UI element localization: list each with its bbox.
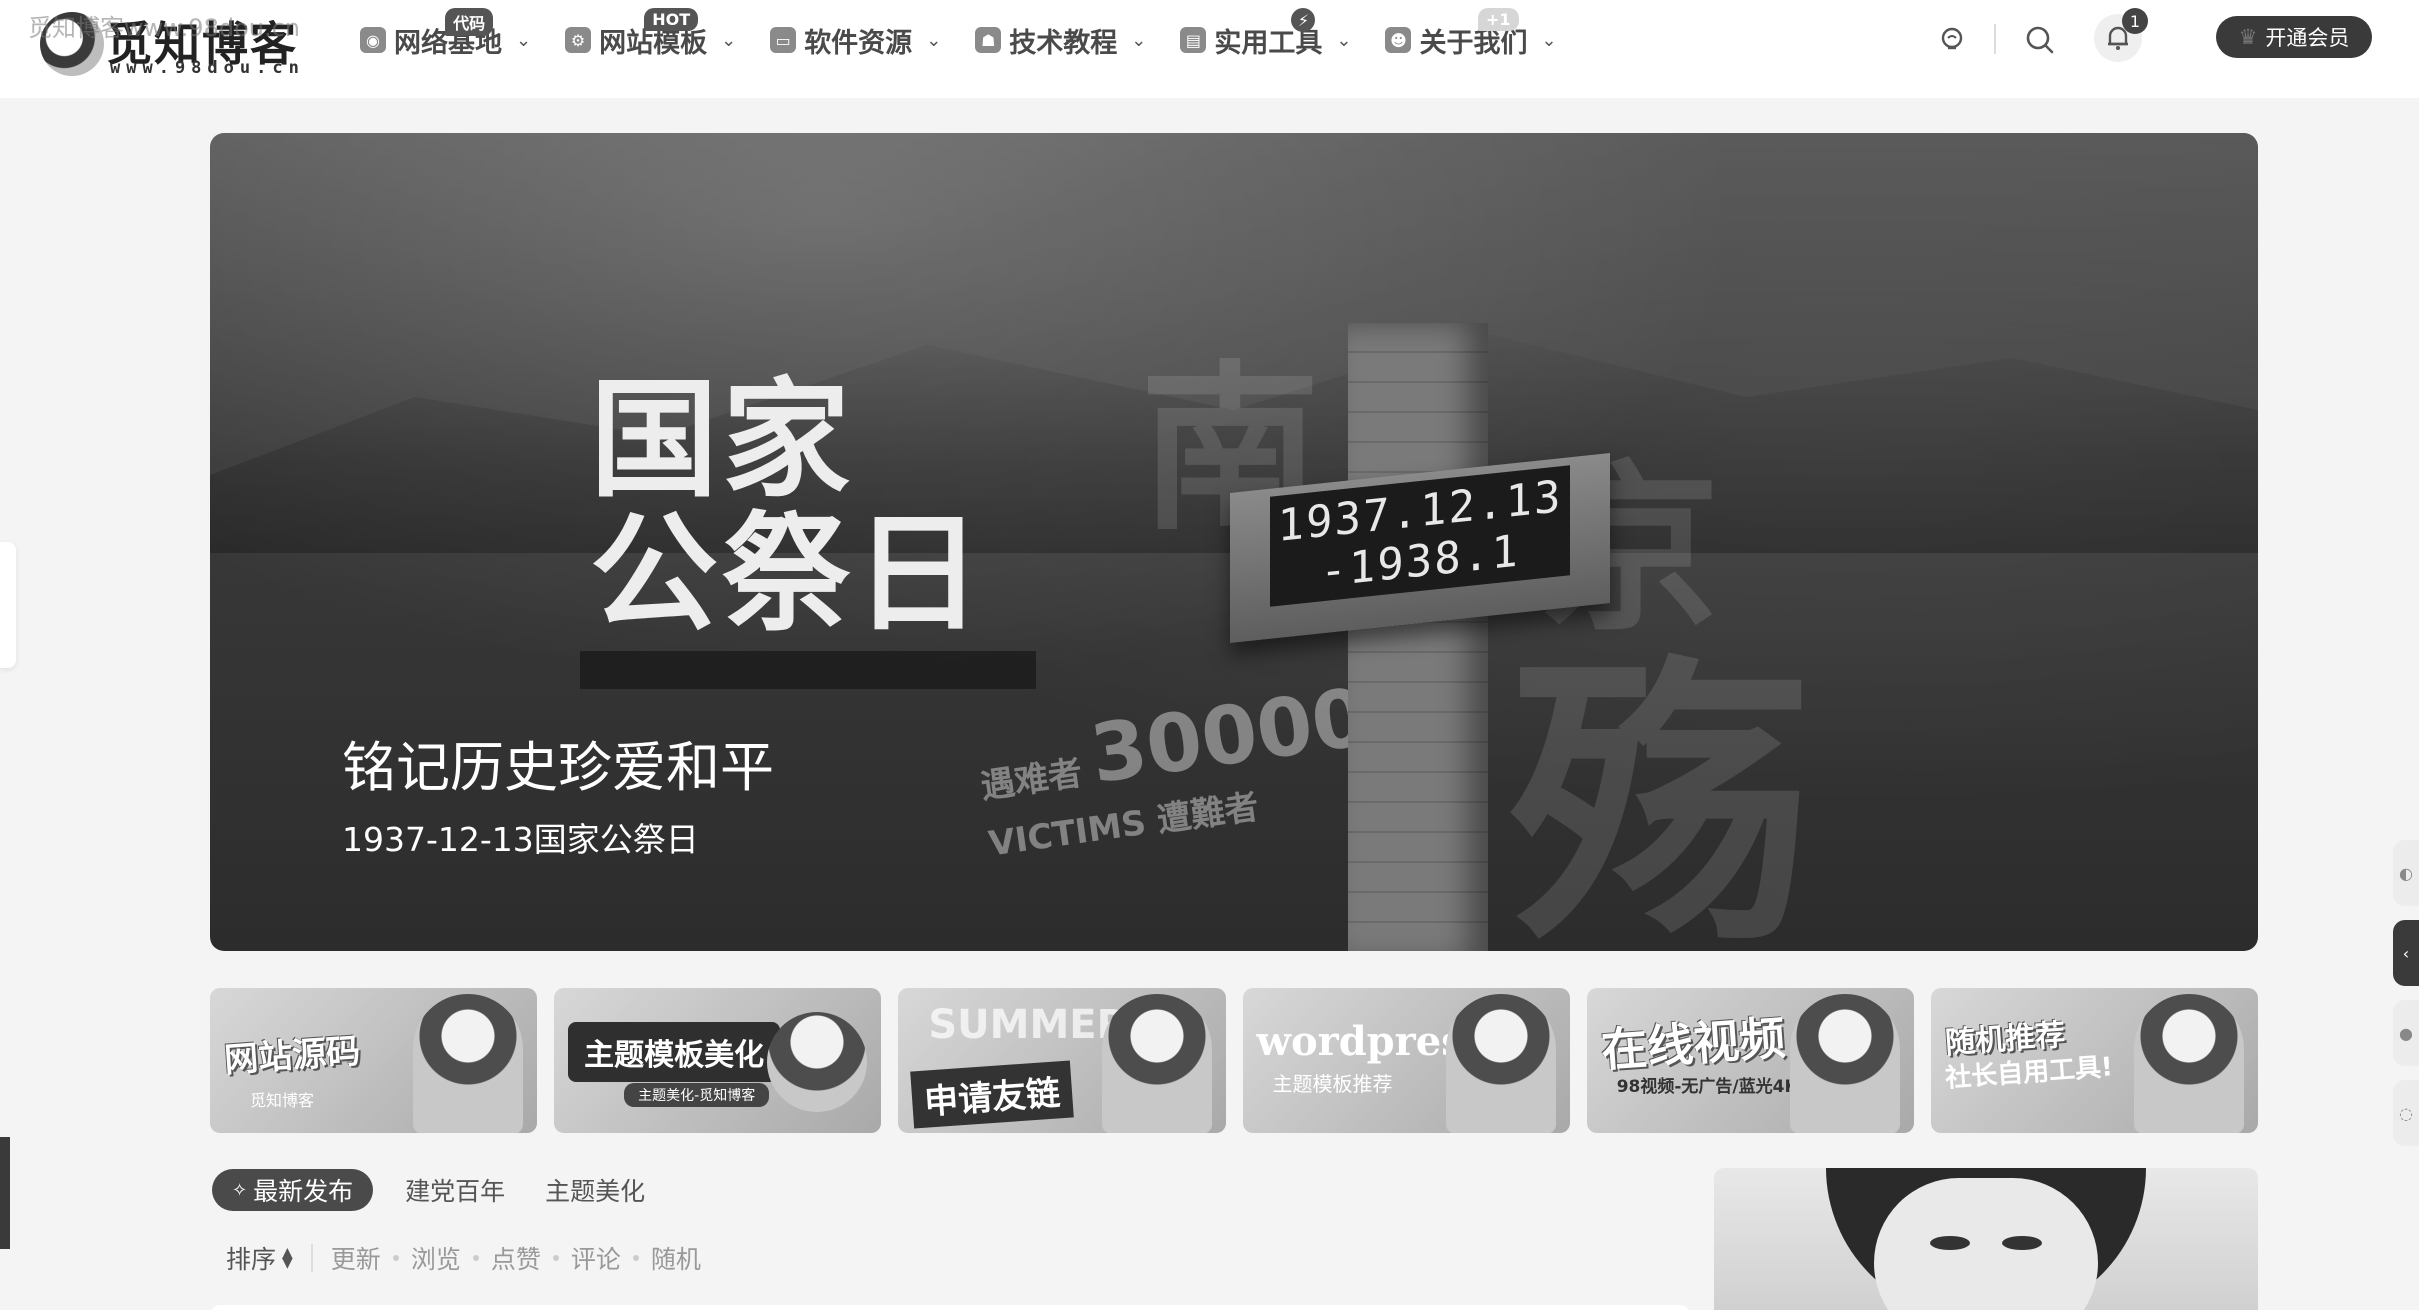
- chevron-down-icon: ⌄: [926, 29, 942, 51]
- sort-option-likes[interactable]: 点赞: [491, 1240, 541, 1276]
- banner-accent-bar: [580, 651, 1036, 689]
- portrait-eye: [2002, 1236, 2042, 1250]
- chevron-down-icon: ⌄: [1336, 29, 1352, 51]
- tab-theme-beautify[interactable]: 主题美化: [537, 1172, 653, 1208]
- anime-girl-illustration: [1789, 994, 1900, 1133]
- banner-heading: 国家 公祭日: [590, 373, 986, 641]
- promo-card-video[interactable]: 在线视频 98视频-无广告/蓝光4K: [1586, 988, 1914, 1133]
- plus-one-badge: +1: [1478, 8, 1519, 31]
- promo-title: 申请友链: [910, 1060, 1075, 1129]
- promo-subtitle: 觅知博客: [250, 1091, 315, 1110]
- tab-label: 最新发布: [253, 1177, 354, 1206]
- logo-domain: www.98dou.cn: [110, 58, 305, 78]
- float-top-icon[interactable]: ◌: [2393, 1080, 2419, 1146]
- tab-latest[interactable]: ✧ 最新发布: [212, 1169, 374, 1211]
- search-icon[interactable]: [2022, 22, 2058, 58]
- nav-label: 技术教程: [1009, 27, 1118, 59]
- promo-subtitle: SUMMER: [928, 1002, 1128, 1048]
- hero-banner[interactable]: 南 京 殇 国家 公祭日 遇难者 300000 VICTIMS 遭難者 1937…: [210, 133, 2258, 951]
- crown-icon: ♛: [2238, 25, 2258, 49]
- header-divider: [1994, 24, 1996, 54]
- chevron-down-icon: ⌄: [1131, 29, 1147, 51]
- promo-title: 在线视频: [1599, 1010, 1787, 1078]
- promo-card-wordpress[interactable]: wordpress 主题模板推荐: [1242, 988, 1570, 1133]
- sparkle-icon: ✧: [232, 1179, 248, 1201]
- nav-item-tutorials[interactable]: ☗ 技术教程 ⌄: [975, 0, 1146, 80]
- sort-bar: 排序 ▲ ▼ 更新 浏览 点赞 评论 随机: [226, 1238, 701, 1278]
- sort-option-random[interactable]: 随机: [651, 1240, 701, 1276]
- watermark: 觅知博客www.98dou.cn: [28, 14, 301, 42]
- user-book-icon: ☗: [975, 27, 1002, 53]
- nav-label: 软件资源: [804, 27, 913, 59]
- sort-option-comments[interactable]: 评论: [571, 1240, 621, 1276]
- portrait-face: [1874, 1178, 2098, 1310]
- promo-subtitle: 主题模板推荐: [1272, 1072, 1393, 1096]
- notification-count: 1: [2122, 8, 2148, 34]
- chevron-down-icon: ⌄: [721, 29, 737, 51]
- promo-title: 主题模板美化: [568, 1022, 781, 1082]
- vip-button[interactable]: ♛ 开通会员: [2216, 16, 2372, 58]
- promo-card-random[interactable]: 随机推荐 社长自用工具!: [1930, 988, 2259, 1133]
- nav-item-templates[interactable]: ⚙ 网站模板 HOT ⌄: [565, 0, 736, 80]
- promo-subtitle: 主题美化-觅知博客: [624, 1083, 770, 1107]
- anime-girl-illustration: [2134, 994, 2245, 1133]
- promo-row: 网站源码 觅知博客 主题模板美化 主题美化-觅知博客 SUMMER 申请友链 w…: [210, 988, 2259, 1133]
- tab-party-centennial[interactable]: 建党百年: [397, 1172, 513, 1208]
- left-float-tab[interactable]: [0, 542, 16, 668]
- anime-girl-illustration: [1101, 994, 1212, 1133]
- banner-subtitle: 铭记历史珍爱和平: [342, 736, 774, 799]
- gear-icon: ⚙: [565, 27, 592, 53]
- sidebar-portrait-image[interactable]: [1714, 1168, 2258, 1310]
- sort-arrows-icon: ▲ ▼: [282, 1245, 293, 1271]
- float-settings-icon[interactable]: ◐: [2393, 840, 2419, 906]
- sort-dot: [472, 1255, 479, 1261]
- anime-girl-illustration: [413, 994, 524, 1133]
- heading-line-2: 公祭日: [590, 499, 987, 649]
- nav-item-network[interactable]: ◉ 网络基地 代码 ⌄: [360, 0, 531, 80]
- memorial-monument: 1937.12.13 -1938.1: [1230, 323, 1610, 951]
- promo-subtitle: 98视频-无广告/蓝光4K: [1616, 1077, 1798, 1097]
- vip-label: 开通会员: [2265, 26, 2350, 50]
- mascot-illustration: [767, 1012, 868, 1112]
- nav-item-software[interactable]: ▭ 软件资源 ⌄: [770, 0, 941, 80]
- promo-card-source[interactable]: 网站源码 觅知博客: [210, 988, 538, 1133]
- nav-item-about[interactable]: ☻ 关于我们 +1 ⌄: [1385, 0, 1557, 80]
- sort-label: 排序: [226, 1245, 277, 1274]
- sort-toggle[interactable]: 排序 ▲ ▼: [226, 1240, 293, 1276]
- promo-card-theme[interactable]: 主题模板美化 主题美化-觅知博客: [554, 988, 882, 1133]
- main-nav: ◉ 网络基地 代码 ⌄ ⚙ 网站模板 HOT ⌄ ▭ 软件资源 ⌄ ☗ 技术教程…: [360, 0, 1591, 80]
- chevron-down-icon: ⌄: [516, 29, 532, 51]
- post-tabs: ✧ 最新发布 建党百年 主题美化: [212, 1168, 653, 1212]
- portrait-eye: [1930, 1236, 1970, 1250]
- group-icon: ☻: [1385, 27, 1412, 53]
- code-badge: 代码: [445, 8, 494, 36]
- sort-dot: [392, 1255, 399, 1261]
- sort-dot: [632, 1255, 639, 1261]
- monument-pillar: [1348, 323, 1488, 951]
- site-header: 觅知博客 www.98dou.cn 觅知博客www.98dou.cn ◉ 网络基…: [0, 0, 2419, 98]
- monitor-icon: ▭: [770, 27, 797, 53]
- toolbox-icon: ▤: [1180, 27, 1207, 53]
- anime-girl-illustration: [1445, 994, 1556, 1133]
- sort-option-updated[interactable]: 更新: [331, 1240, 381, 1276]
- sort-option-views[interactable]: 浏览: [411, 1240, 461, 1276]
- victims-text: VICTIMS: [986, 802, 1149, 865]
- globe-icon: ◉: [360, 27, 386, 53]
- promo-card-friendlink[interactable]: SUMMER 申请友链: [898, 988, 1226, 1133]
- promo-title: 网站源码: [223, 1031, 362, 1081]
- heading-line-1: 国家: [590, 365, 855, 515]
- left-float-bar[interactable]: [0, 1137, 10, 1249]
- float-chat-icon[interactable]: ●: [2393, 1000, 2419, 1066]
- banner-date-caption: 1937-12-13国家公祭日: [342, 820, 699, 859]
- float-back-icon[interactable]: ‹: [2393, 920, 2419, 986]
- theme-toggle-icon[interactable]: [1934, 22, 1970, 58]
- sort-dot: [552, 1255, 559, 1261]
- victims-text: 遇难者: [978, 753, 1085, 808]
- nav-item-tools[interactable]: ▤ 实用工具 ⚡ ⌄: [1180, 0, 1351, 80]
- post-list-card: [210, 1305, 1690, 1310]
- notification-button[interactable]: 1: [2094, 8, 2148, 62]
- sort-divider: [310, 1244, 313, 1272]
- chevron-down-icon: ⌄: [1541, 29, 1557, 51]
- hot-badge: HOT: [644, 8, 699, 31]
